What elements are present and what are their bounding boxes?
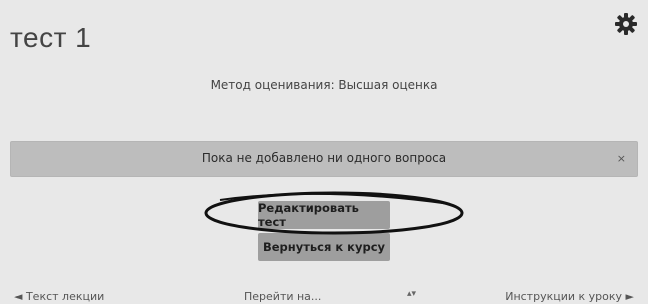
back-to-course-button[interactable]: Вернуться к курсу — [258, 233, 390, 261]
prev-activity-link[interactable]: ◄ Текст лекции — [14, 290, 104, 303]
dropdown-arrows-icon: ▴▾ — [406, 289, 416, 299]
notice-text: Пока не добавлено ни одного вопроса — [201, 151, 447, 165]
close-icon[interactable]: × — [617, 152, 626, 165]
jump-to-select[interactable]: Перейти на... ▴▾ — [236, 284, 422, 304]
next-activity-link[interactable]: Инструкции к уроку ► — [505, 290, 634, 303]
page: тест 1 Метод оценивания: Высшая оценка П… — [0, 0, 648, 304]
page-title: тест 1 — [10, 22, 92, 53]
edit-quiz-button[interactable]: Редактировать тест — [258, 201, 390, 229]
notice-banner: Пока не добавлено ни одного вопроса × — [10, 141, 638, 177]
gear-icon[interactable] — [614, 12, 638, 36]
jump-to-label: Перейти на... — [244, 290, 322, 303]
grading-method: Метод оценивания: Высшая оценка — [210, 78, 438, 92]
